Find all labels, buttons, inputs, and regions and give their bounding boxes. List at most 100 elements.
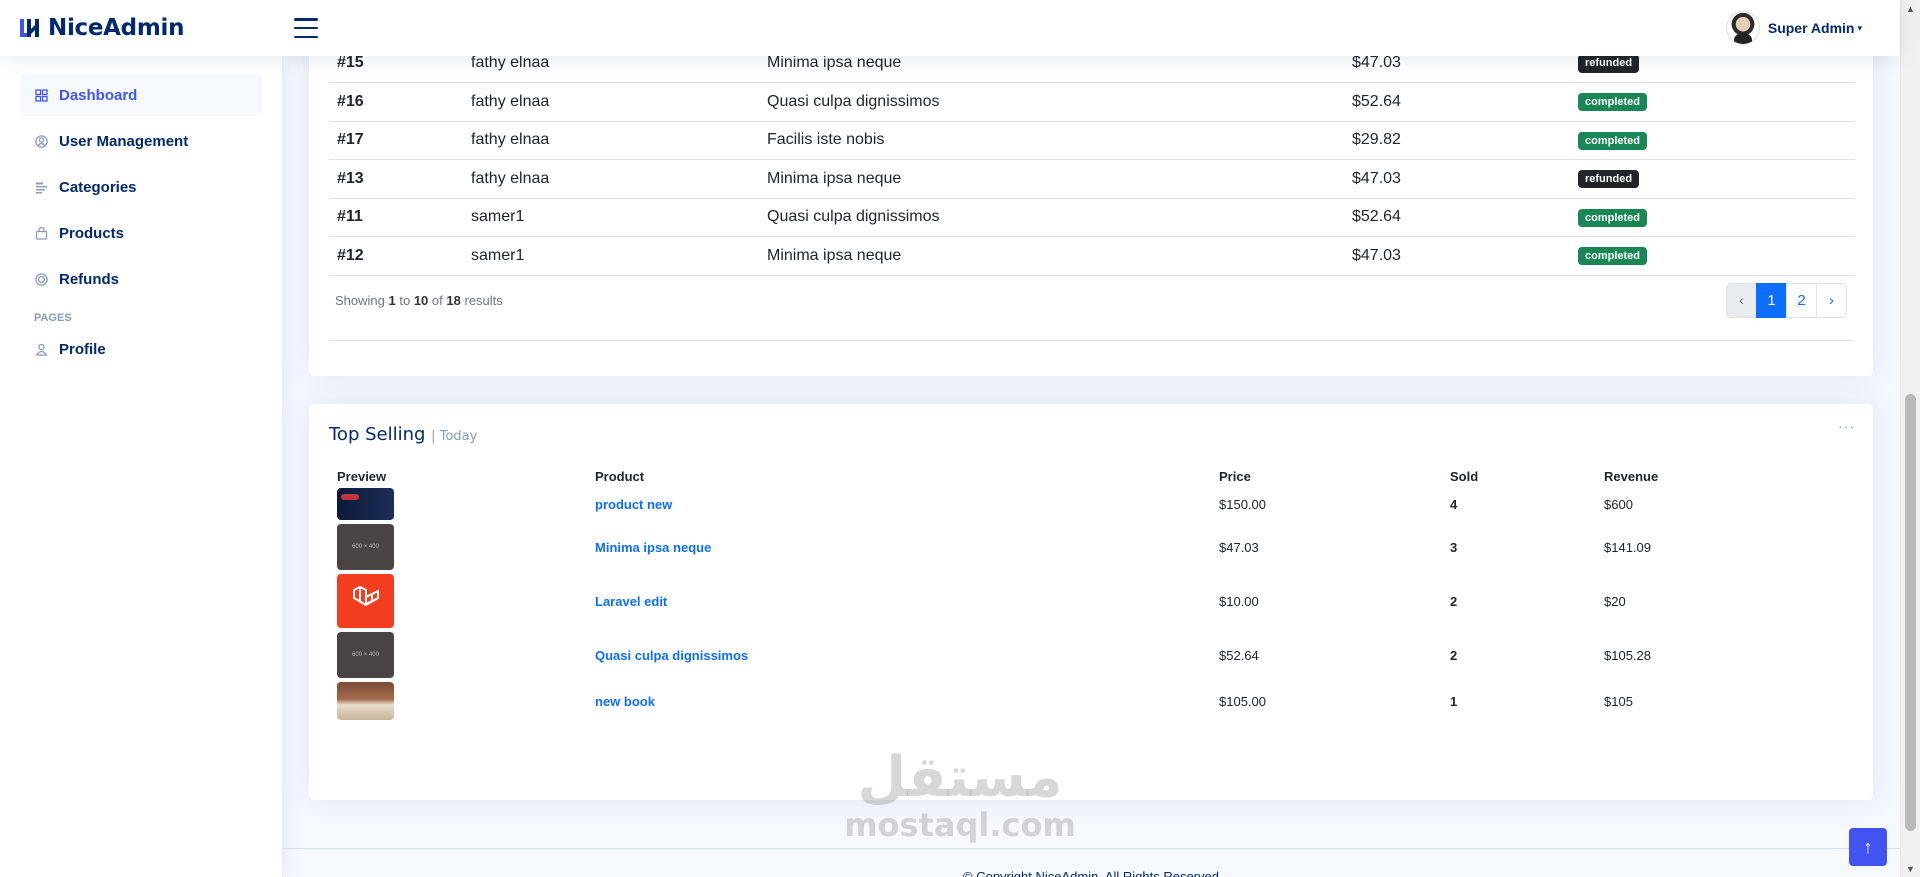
scrollbar-thumb[interactable] xyxy=(1905,394,1916,831)
top-selling-title: Top Selling xyxy=(329,424,426,445)
scroll-down-icon[interactable]: ▼ xyxy=(1901,860,1920,877)
product-thumbnail[interactable] xyxy=(337,574,394,628)
pagination-next-button[interactable]: › xyxy=(1816,283,1847,318)
sidebar-item-categories[interactable]: Categories xyxy=(20,166,262,208)
top-selling-table: Preview Product Price Sold Revenue produ… xyxy=(329,464,1855,720)
copyright-text: © Copyright NiceAdmin. All Rights Reserv… xyxy=(963,869,1219,877)
preview-cell xyxy=(329,574,587,628)
order-id[interactable]: #11 xyxy=(329,198,463,237)
product-cell: new book xyxy=(587,682,1211,720)
table-row: product new $150.00 4 $600 xyxy=(329,488,1855,520)
column-header-revenue: Revenue xyxy=(1604,468,1659,484)
profile-dropdown[interactable]: Super Admin ▾ xyxy=(1725,11,1862,45)
revenue-cell: $141.09 xyxy=(1604,539,1651,555)
table-row: #16 fathy elnaa Quasi culpa dignissimos $52… xyxy=(329,82,1855,122)
column-header-product: Product xyxy=(595,468,645,484)
order-id[interactable]: #17 xyxy=(329,121,463,160)
showing-prefix: Showing xyxy=(335,293,385,308)
pagination: ‹ 1 2 › xyxy=(1726,283,1847,318)
sidebar-item-dashboard[interactable]: Dashboard xyxy=(20,74,262,116)
sidebar-item-label: Refunds xyxy=(59,270,119,288)
pagination-page-1[interactable]: 1 xyxy=(1756,283,1787,318)
sidebar-item-label: Products xyxy=(59,224,125,242)
column-header-preview: Preview xyxy=(337,468,387,484)
main-content: #15 fathy elnaa Minima ipsa neque $47.03 ref… xyxy=(282,0,1900,877)
showing-to-word: to xyxy=(399,293,411,308)
pagination-page-2[interactable]: 2 xyxy=(1786,283,1817,318)
revenue-cell: $105 xyxy=(1604,693,1633,709)
sidebar-item-products[interactable]: Products xyxy=(20,212,262,254)
table-row: Laravel edit $10.00 2 $20 xyxy=(329,574,1855,628)
watermark: مستقل mostaql.com xyxy=(840,745,1080,845)
sidebar-item-label: Categories xyxy=(59,178,137,196)
price-cell: $10.00 xyxy=(1219,593,1259,609)
product-thumbnail[interactable]: 600 × 400 xyxy=(337,524,394,570)
product-link[interactable]: product new xyxy=(595,497,672,512)
showing-from: 1 xyxy=(388,293,396,308)
product-link[interactable]: Minima ipsa neque xyxy=(595,540,711,555)
sold-cell: 2 xyxy=(1450,593,1458,609)
price-cell: $52.64 xyxy=(1219,647,1259,663)
showing-suffix: results xyxy=(464,293,503,308)
sold-cell: 1 xyxy=(1450,693,1458,709)
order-id[interactable]: #13 xyxy=(329,159,463,199)
sidebar-item-profile[interactable]: Profile xyxy=(20,328,262,370)
product-thumbnail[interactable] xyxy=(337,682,394,720)
table-row: 600 × 400 Quasi culpa dignissimos $52.64 2 $… xyxy=(329,628,1855,682)
coin-icon xyxy=(34,272,48,286)
order-product[interactable]: Minima ipsa neque xyxy=(759,236,1344,276)
order-product[interactable]: Facilis iste nobis xyxy=(759,121,1344,160)
product-thumbnail[interactable]: 600 × 400 xyxy=(337,632,394,678)
top-header: NiceAdmin Super Admin ▾ xyxy=(0,0,1900,56)
preview-cell xyxy=(329,488,587,520)
product-cell: Minima ipsa neque xyxy=(587,520,1211,574)
order-product[interactable]: Quasi culpa dignissimos xyxy=(759,198,1344,237)
scroll-up-icon[interactable]: ▲ xyxy=(1901,0,1920,17)
pagination-prev-button[interactable]: ‹ xyxy=(1726,283,1757,318)
product-thumbnail[interactable] xyxy=(337,488,394,520)
more-options-icon[interactable]: ··· xyxy=(1838,418,1855,434)
price-cell: $105.00 xyxy=(1219,693,1266,709)
card-title: Top Selling | Today xyxy=(329,424,477,445)
revenue-cell: $600 xyxy=(1604,496,1633,512)
sidebar-toggle-icon[interactable] xyxy=(294,18,318,38)
recent-orders-card: #15 fathy elnaa Minima ipsa neque $47.03 ref… xyxy=(309,0,1873,376)
table-row: #12 samer1 Minima ipsa neque $47.03 complete… xyxy=(329,236,1855,276)
scrollbar[interactable]: ▲ ▼ xyxy=(1900,0,1920,877)
grid-icon xyxy=(34,88,48,102)
product-cell: Quasi culpa dignissimos xyxy=(587,628,1211,682)
app-name: NiceAdmin xyxy=(48,15,185,41)
person-circle-icon xyxy=(34,134,48,148)
order-product[interactable]: Minima ipsa neque xyxy=(759,159,1344,199)
sold-cell: 4 xyxy=(1450,496,1458,512)
sidebar-item-refunds[interactable]: Refunds xyxy=(20,258,262,300)
order-price: $29.82 xyxy=(1344,121,1570,160)
placeholder-text: 600 × 400 xyxy=(352,652,379,658)
status-badge: refunded xyxy=(1578,54,1640,73)
order-product[interactable]: Quasi culpa dignissimos xyxy=(759,82,1344,122)
table-header-row: Preview Product Price Sold Revenue xyxy=(329,464,1855,488)
order-id[interactable]: #16 xyxy=(329,82,463,122)
order-id[interactable]: #12 xyxy=(329,236,463,276)
watermark-arabic: مستقل xyxy=(857,745,1063,810)
price-cell: $150.00 xyxy=(1219,496,1266,512)
revenue-cell: $105.28 xyxy=(1604,647,1651,663)
back-to-top-button[interactable]: ↑ xyxy=(1849,828,1887,866)
sidebar-item-user-management[interactable]: User Management xyxy=(20,120,262,162)
product-link[interactable]: Quasi culpa dignissimos xyxy=(595,648,748,663)
caret-down-icon: ▾ xyxy=(1857,22,1862,33)
order-status-cell: completed xyxy=(1570,121,1855,160)
status-badge: refunded xyxy=(1578,170,1640,189)
product-cell: Laravel edit xyxy=(587,574,1211,628)
logo[interactable]: NiceAdmin xyxy=(18,15,280,41)
top-selling-filter-label: | Today xyxy=(431,429,478,444)
order-status-cell: completed xyxy=(1570,198,1855,237)
sidebar-item-label: User Management xyxy=(59,132,189,150)
product-link[interactable]: Laravel edit xyxy=(595,594,667,609)
profile-name: Super Admin xyxy=(1767,20,1855,36)
order-price: $47.03 xyxy=(1344,159,1570,199)
order-price: $52.64 xyxy=(1344,198,1570,237)
product-link[interactable]: new book xyxy=(595,694,655,709)
column-header-sold: Sold xyxy=(1450,468,1479,484)
person-icon xyxy=(34,342,48,356)
